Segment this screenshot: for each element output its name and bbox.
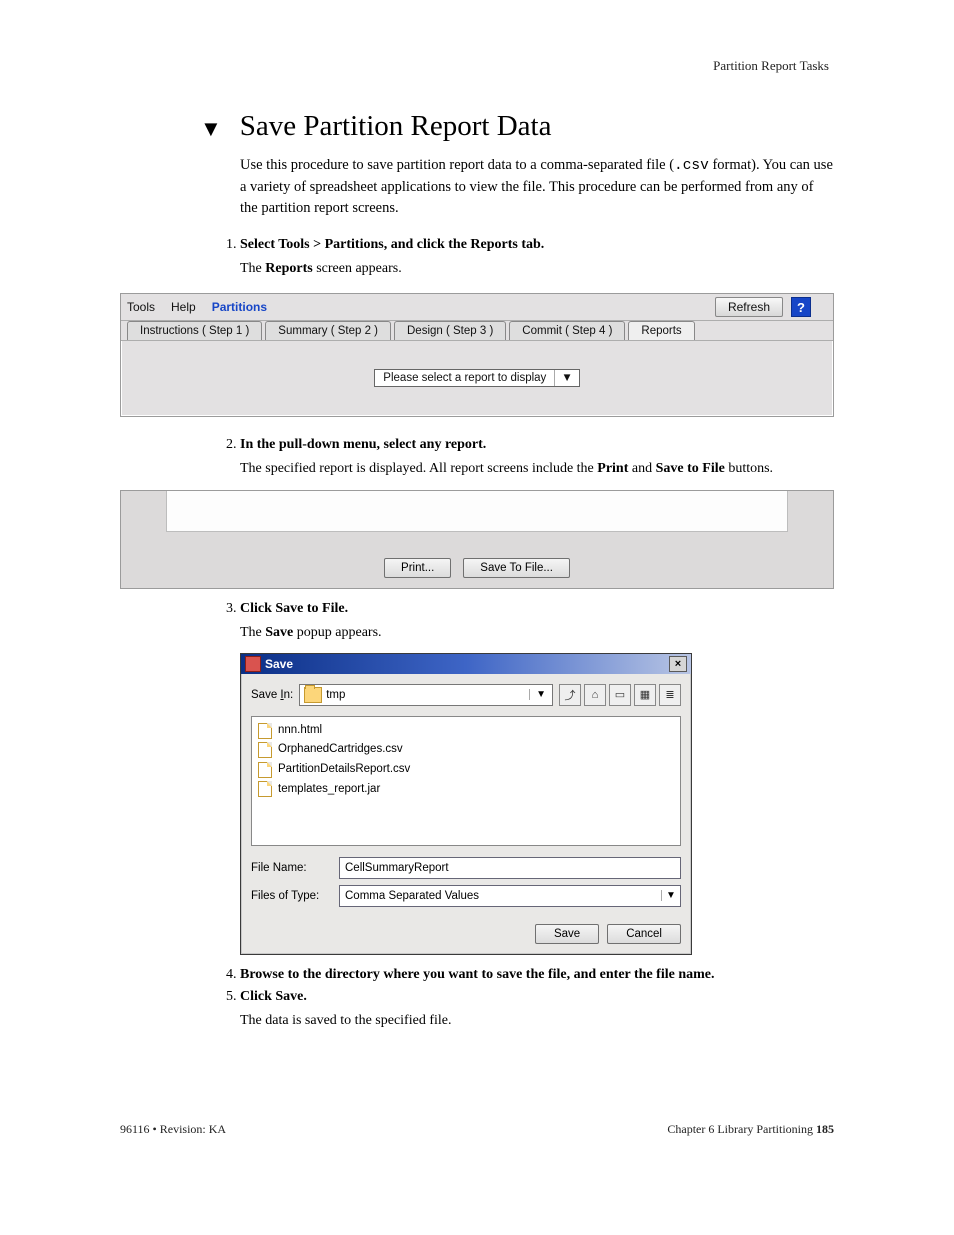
step-3: Click Save to File. The Save popup appea… (240, 601, 834, 643)
tab-summary[interactable]: Summary ( Step 2 ) (265, 321, 391, 340)
menu-help[interactable]: Help (171, 300, 196, 314)
file-entry[interactable]: templates_report.jar (258, 780, 674, 800)
step-5: Click Save. The data is saved to the spe… (240, 989, 834, 1031)
steps-list-2: In the pull-down menu, select any report… (220, 437, 834, 479)
file-entry[interactable]: PartitionDetailsReport.csv (258, 760, 674, 780)
dialog-title: Save (265, 657, 293, 671)
menu-tools[interactable]: Tools (127, 300, 155, 314)
save-button[interactable]: Save (535, 924, 599, 944)
up-folder-icon[interactable]: ⤴ (559, 684, 581, 706)
save-dialog: Save × Save In: tmp ▼ ⤴ ⌂ ▭ ▦ ≣ (240, 653, 692, 955)
file-icon (258, 762, 272, 778)
report-select-text: Please select a report to display (375, 370, 554, 386)
tab-instructions[interactable]: Instructions ( Step 1 ) (127, 321, 262, 340)
page-footer: 96116 • Revision: KA Chapter 6 Library P… (120, 1122, 834, 1137)
tab-commit[interactable]: Commit ( Step 4 ) (509, 321, 625, 340)
save-in-combo[interactable]: tmp ▼ (299, 684, 553, 706)
filetype-combo[interactable]: Comma Separated Values ▼ (339, 885, 681, 907)
menu-partitions[interactable]: Partitions (212, 300, 267, 314)
close-icon[interactable]: × (669, 656, 687, 672)
steps-list: Select Tools > Partitions, and click the… (220, 237, 834, 279)
file-entry[interactable]: nnn.html (258, 721, 674, 741)
chevron-down-icon: ▼ (529, 689, 552, 700)
refresh-button[interactable]: Refresh (715, 297, 783, 317)
filename-label: File Name: (251, 862, 331, 874)
step-1: Select Tools > Partitions, and click the… (240, 237, 834, 279)
cancel-button[interactable]: Cancel (607, 924, 681, 944)
file-icon (258, 781, 272, 797)
triangle-down-icon: ▼ (200, 116, 222, 142)
home-icon[interactable]: ⌂ (584, 684, 606, 706)
running-header: Partition Report Tasks (713, 58, 829, 74)
report-select[interactable]: Please select a report to display ▼ (374, 369, 579, 387)
menubar: Tools Help Partitions Refresh ? (121, 294, 833, 321)
grid-view-icon[interactable]: ▦ (634, 684, 656, 706)
filetype-label: Files of Type: (251, 890, 331, 902)
section-title: ▼ Save Partition Report Data (200, 110, 834, 143)
step-4: Browse to the directory where you want t… (240, 967, 834, 983)
tab-design[interactable]: Design ( Step 3 ) (394, 321, 506, 340)
tab-row: Instructions ( Step 1 ) Summary ( Step 2… (121, 321, 833, 341)
file-list[interactable]: nnn.html OrphanedCartridges.csv Partitio… (251, 716, 681, 846)
report-buttons-screen: Print... Save To File... (120, 490, 834, 589)
step-2: In the pull-down menu, select any report… (240, 437, 834, 479)
title-text: Save Partition Report Data (240, 110, 552, 143)
chevron-down-icon: ▼ (661, 890, 680, 901)
print-button[interactable]: Print... (384, 558, 451, 578)
reports-screen: Tools Help Partitions Refresh ? Instruct… (120, 293, 834, 417)
filename-input[interactable]: CellSummaryReport (339, 857, 681, 879)
file-entry[interactable]: OrphanedCartridges.csv (258, 740, 674, 760)
save-in-label: Save In: (251, 689, 293, 701)
list-view-icon[interactable]: ≣ (659, 684, 681, 706)
save-in-value: tmp (326, 689, 529, 701)
steps-list-3: Click Save to File. The Save popup appea… (220, 601, 834, 643)
save-to-file-button[interactable]: Save To File... (463, 558, 570, 578)
report-preview-area (166, 491, 788, 532)
app-icon (245, 656, 261, 672)
file-icon (258, 723, 272, 739)
dialog-titlebar: Save × (241, 654, 691, 674)
new-folder-icon[interactable]: ▭ (609, 684, 631, 706)
intro-paragraph: Use this procedure to save partition rep… (240, 155, 834, 219)
footer-right: Chapter 6 Library Partitioning 185 (667, 1122, 834, 1137)
folder-icon (304, 687, 322, 703)
footer-left: 96116 • Revision: KA (120, 1122, 667, 1137)
tab-reports[interactable]: Reports (628, 321, 694, 340)
steps-list-4: Browse to the directory where you want t… (220, 967, 834, 1031)
file-icon (258, 742, 272, 758)
chevron-down-icon: ▼ (554, 370, 578, 386)
help-icon[interactable]: ? (791, 297, 811, 317)
